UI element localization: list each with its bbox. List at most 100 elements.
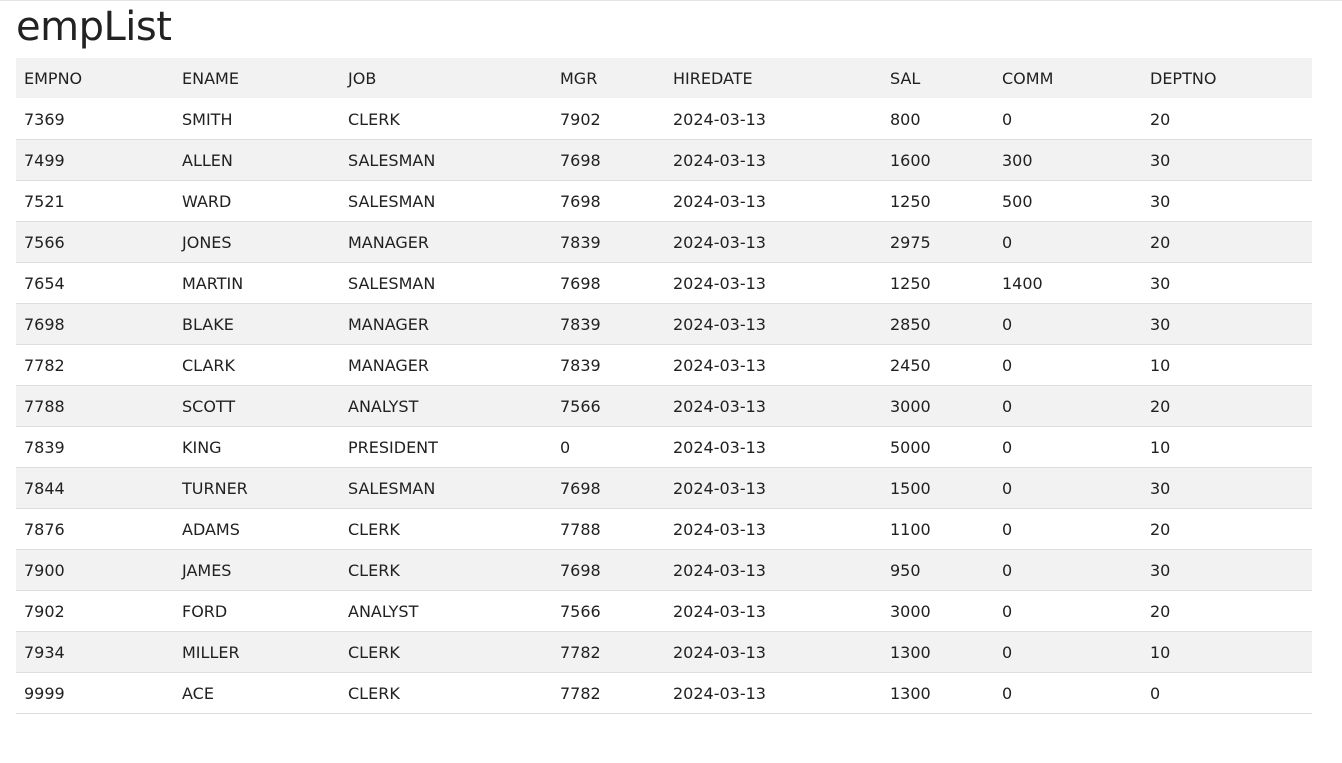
cell-ename: MARTIN <box>174 262 340 304</box>
cell-sal: 1100 <box>882 508 994 550</box>
table-body: 7369 SMITH CLERK 7902 2024-03-13 800 0 20 7499 AL… <box>16 98 1312 714</box>
cell-mgr: 7698 <box>552 467 665 509</box>
cell-hiredate: 2024-03-13 <box>665 180 882 222</box>
cell-empno: 7844 <box>16 467 174 509</box>
cell-deptno: 20 <box>1142 508 1312 550</box>
cell-mgr: 0 <box>552 426 665 468</box>
cell-deptno: 10 <box>1142 344 1312 386</box>
column-header-comm: COMM <box>994 58 1142 99</box>
column-header-job: JOB <box>340 58 552 99</box>
cell-comm: 0 <box>994 385 1142 427</box>
table-row: 7698 BLAKE MANAGER 7839 2024-03-13 2850 0 30 <box>16 303 1312 345</box>
cell-empno: 7521 <box>16 180 174 222</box>
cell-hiredate: 2024-03-13 <box>665 631 882 673</box>
cell-ename: JAMES <box>174 549 340 591</box>
cell-comm: 0 <box>994 426 1142 468</box>
column-header-hiredate: HIREDATE <box>665 58 882 99</box>
cell-job: SALESMAN <box>340 467 552 509</box>
cell-mgr: 7566 <box>552 590 665 632</box>
cell-mgr: 7698 <box>552 180 665 222</box>
cell-mgr: 7782 <box>552 672 665 714</box>
cell-ename: SMITH <box>174 98 340 140</box>
cell-hiredate: 2024-03-13 <box>665 303 882 345</box>
cell-ename: MILLER <box>174 631 340 673</box>
cell-sal: 3000 <box>882 385 994 427</box>
cell-mgr: 7782 <box>552 631 665 673</box>
cell-sal: 3000 <box>882 590 994 632</box>
cell-ename: FORD <box>174 590 340 632</box>
cell-ename: TURNER <box>174 467 340 509</box>
cell-empno: 7654 <box>16 262 174 304</box>
cell-comm: 0 <box>994 590 1142 632</box>
cell-ename: CLARK <box>174 344 340 386</box>
table-row: 7844 TURNER SALESMAN 7698 2024-03-13 1500 0 30 <box>16 467 1312 509</box>
cell-mgr: 7839 <box>552 344 665 386</box>
table-row: 7566 JONES MANAGER 7839 2024-03-13 2975 0 20 <box>16 221 1312 263</box>
cell-job: CLERK <box>340 508 552 550</box>
cell-job: CLERK <box>340 98 552 140</box>
column-header-empno: EMPNO <box>16 58 174 99</box>
cell-hiredate: 2024-03-13 <box>665 98 882 140</box>
table-header: EMPNO ENAME JOB MGR HIREDATE SAL COMM DE… <box>16 58 1312 99</box>
cell-ename: JONES <box>174 221 340 263</box>
table-row: 7934 MILLER CLERK 7782 2024-03-13 1300 0 10 <box>16 631 1312 673</box>
cell-comm: 0 <box>994 303 1142 345</box>
cell-empno: 7566 <box>16 221 174 263</box>
cell-sal: 2975 <box>882 221 994 263</box>
cell-sal: 800 <box>882 98 994 140</box>
cell-job: ANALYST <box>340 590 552 632</box>
header-row: EMPNO ENAME JOB MGR HIREDATE SAL COMM DE… <box>16 58 1312 99</box>
table-row: 7521 WARD SALESMAN 7698 2024-03-13 1250 500 30 <box>16 180 1312 222</box>
cell-hiredate: 2024-03-13 <box>665 590 882 632</box>
cell-job: ANALYST <box>340 385 552 427</box>
cell-deptno: 0 <box>1142 672 1312 714</box>
table-row: 7900 JAMES CLERK 7698 2024-03-13 950 0 30 <box>16 549 1312 591</box>
cell-hiredate: 2024-03-13 <box>665 262 882 304</box>
table-row: 7876 ADAMS CLERK 7788 2024-03-13 1100 0 20 <box>16 508 1312 550</box>
cell-ename: ACE <box>174 672 340 714</box>
cell-mgr: 7698 <box>552 139 665 181</box>
cell-job: CLERK <box>340 631 552 673</box>
employee-table: EMPNO ENAME JOB MGR HIREDATE SAL COMM DE… <box>16 58 1312 714</box>
cell-empno: 7782 <box>16 344 174 386</box>
cell-deptno: 30 <box>1142 303 1312 345</box>
cell-comm: 300 <box>994 139 1142 181</box>
cell-mgr: 7902 <box>552 98 665 140</box>
cell-sal: 1500 <box>882 467 994 509</box>
cell-sal: 2850 <box>882 303 994 345</box>
cell-empno: 7698 <box>16 303 174 345</box>
cell-sal: 1600 <box>882 139 994 181</box>
cell-mgr: 7788 <box>552 508 665 550</box>
cell-mgr: 7566 <box>552 385 665 427</box>
cell-comm: 0 <box>994 467 1142 509</box>
cell-empno: 7876 <box>16 508 174 550</box>
cell-empno: 7788 <box>16 385 174 427</box>
cell-hiredate: 2024-03-13 <box>665 508 882 550</box>
cell-mgr: 7839 <box>552 221 665 263</box>
cell-deptno: 30 <box>1142 262 1312 304</box>
cell-mgr: 7698 <box>552 549 665 591</box>
cell-comm: 500 <box>994 180 1142 222</box>
cell-ename: BLAKE <box>174 303 340 345</box>
page-title: empList <box>16 4 172 50</box>
cell-hiredate: 2024-03-13 <box>665 426 882 468</box>
cell-mgr: 7698 <box>552 262 665 304</box>
cell-deptno: 30 <box>1142 180 1312 222</box>
cell-deptno: 30 <box>1142 467 1312 509</box>
cell-hiredate: 2024-03-13 <box>665 385 882 427</box>
cell-comm: 0 <box>994 508 1142 550</box>
cell-empno: 9999 <box>16 672 174 714</box>
cell-sal: 1250 <box>882 262 994 304</box>
cell-empno: 7369 <box>16 98 174 140</box>
column-header-ename: ENAME <box>174 58 340 99</box>
cell-sal: 5000 <box>882 426 994 468</box>
cell-job: SALESMAN <box>340 262 552 304</box>
cell-sal: 1300 <box>882 672 994 714</box>
cell-hiredate: 2024-03-13 <box>665 549 882 591</box>
cell-deptno: 20 <box>1142 221 1312 263</box>
cell-deptno: 30 <box>1142 139 1312 181</box>
table-row: 7654 MARTIN SALESMAN 7698 2024-03-13 1250 1400… <box>16 262 1312 304</box>
cell-job: SALESMAN <box>340 139 552 181</box>
cell-deptno: 20 <box>1142 98 1312 140</box>
cell-ename: KING <box>174 426 340 468</box>
